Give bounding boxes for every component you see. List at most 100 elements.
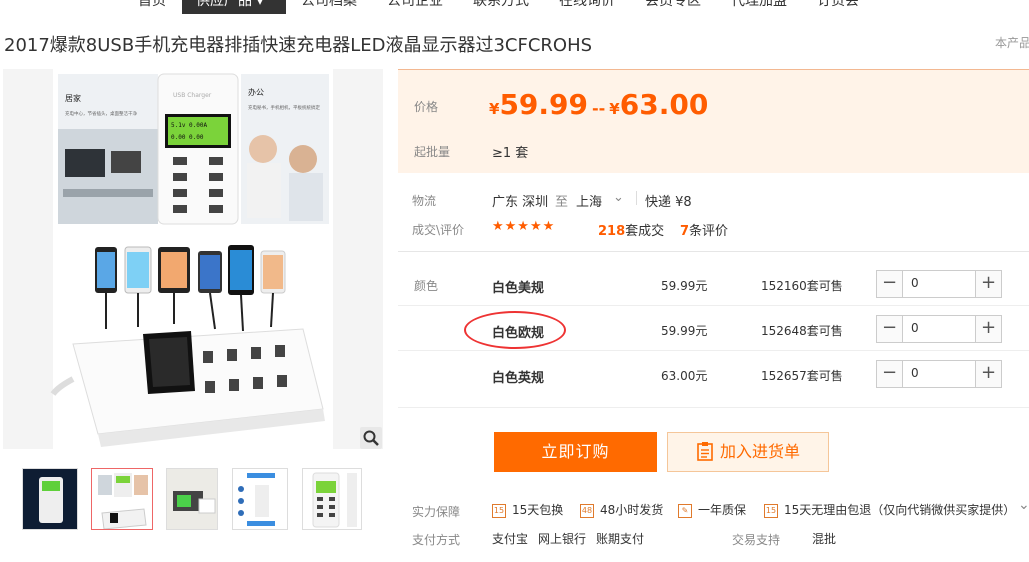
nav-item-home[interactable]: 首页: [138, 0, 166, 14]
sku-stock: 152657套可售: [761, 369, 843, 383]
thumbnail-3-image: [167, 469, 217, 529]
nav-item-order-fair[interactable]: 订货会: [817, 0, 859, 14]
guarantee-warranty-text: 一年质保: [698, 503, 747, 517]
divider: [636, 191, 637, 205]
sku-price: 63.00元: [661, 369, 708, 383]
currency-symbol-2: ¥: [609, 100, 620, 118]
review-count: 7: [680, 224, 690, 239]
increase-button[interactable]: +: [975, 361, 1001, 387]
clipboard-icon: [697, 442, 713, 461]
ship-to-word: 至: [555, 195, 569, 210]
thumbnail-5[interactable]: [302, 468, 362, 530]
nav-item-products-label: 供应产品: [196, 0, 252, 9]
add-to-cart-label: 加入进货单: [719, 442, 800, 461]
nav-item-company[interactable]: 公司企业: [387, 0, 443, 14]
quantity-input[interactable]: 0: [911, 321, 919, 335]
panel-right-text: 充电秘书，手机相机，平板统统搞定: [248, 104, 320, 111]
ship-to-value: 上海: [576, 195, 603, 210]
moq-label: 起批量: [414, 145, 451, 159]
add-to-cart-button[interactable]: 加入进货单: [667, 432, 829, 472]
product-illustration: 居家 充电中心，节省插头，桌面整洁干净 办公 充电秘书，手机相机，平板统统搞定 …: [3, 69, 383, 449]
buy-now-button[interactable]: 立即订购: [494, 432, 657, 472]
guarantee-label: 实力保障: [412, 505, 461, 519]
guarantee-exchange-text: 15天包换: [512, 503, 564, 517]
payment-method-alipay: 支付宝: [492, 532, 529, 546]
decrease-button[interactable]: −: [877, 316, 903, 342]
thumbnail-5-image: [303, 469, 361, 529]
thumbnail-2-image: [92, 469, 152, 529]
decrease-button[interactable]: −: [877, 271, 903, 297]
return-15-icon: 15: [764, 503, 778, 518]
ship-48-icon: 48: [580, 503, 594, 518]
sold-info[interactable]: 218套成交: [598, 220, 664, 239]
guarantee-item-exchange[interactable]: 15 15天包换: [492, 501, 563, 518]
ship-to-select[interactable]: 上海 ⌄: [576, 190, 626, 210]
guarantee-item-return[interactable]: 15 15天无理由包退（仅向代销微供买家提供）: [764, 501, 1015, 518]
currency-symbol: ¥: [489, 100, 500, 118]
increase-button[interactable]: +: [975, 316, 1001, 342]
highlight-circle-annotation: [464, 311, 566, 349]
chevron-down-icon: ▾: [256, 0, 264, 9]
price-dash: --: [592, 99, 606, 118]
price-label: 价格: [414, 100, 439, 114]
magnifier-icon: [363, 430, 379, 446]
nav-item-member[interactable]: 会员专区: [645, 0, 701, 14]
guarantee-shipping-text: 48小时发货: [600, 503, 664, 517]
panel-left-title: 居家: [65, 93, 81, 103]
review-label: 成交\评价: [412, 223, 465, 237]
main-product-image[interactable]: 居家 充电中心，节省插头，桌面整洁干净 办公 充电秘书，手机相机，平板统统搞定 …: [3, 69, 383, 449]
trade-support-value: 混批: [812, 532, 837, 546]
top-navigation: 首页 供应产品 ▾ 公司档案 公司企业 联系方式 在线询价 会员专区 代理加盟 …: [0, 0, 1029, 14]
nav-item-inquiry[interactable]: 在线询价: [559, 0, 615, 14]
nav-item-products[interactable]: 供应产品 ▾: [182, 0, 286, 14]
price-low: 59.99: [499, 88, 589, 121]
payment-label: 支付方式: [412, 533, 461, 547]
thumbnail-4-image: [233, 469, 287, 529]
thumbnail-4[interactable]: [232, 468, 288, 530]
review-info[interactable]: 7条评价: [680, 220, 728, 239]
quantity-stepper: − 0 +: [876, 270, 1002, 298]
nav-item-agent[interactable]: 代理加盟: [731, 0, 787, 14]
thumbnail-1-image: [23, 469, 77, 529]
sold-unit: 套成交: [625, 224, 665, 239]
guarantee-item-shipping[interactable]: 48 48小时发货: [580, 501, 663, 518]
sku-price: 59.99元: [661, 279, 708, 293]
logistics-section: 物流 广东 深圳 至 上海 ⌄ 快递 ¥8 成交\评价 ★★★★★ 218套成交…: [398, 174, 1029, 252]
rating-stars: ★★★★★: [492, 219, 556, 234]
chevron-down-icon: ⌄: [613, 190, 624, 205]
express-fee: 快递 ¥8: [645, 195, 692, 210]
quantity-input[interactable]: 0: [911, 366, 919, 380]
quantity-stepper: − 0 +: [876, 360, 1002, 388]
chevron-down-icon[interactable]: ⌄: [1018, 497, 1029, 513]
ship-from: 广东 深圳: [492, 195, 549, 210]
sku-name: 白色美规: [492, 281, 545, 296]
sku-row: 白色英规 63.00元 152657套可售 − 0 +: [398, 352, 1029, 408]
review-unit: 条评价: [689, 224, 729, 239]
sku-price: 59.99元: [661, 324, 708, 338]
price-high: 63.00: [619, 88, 709, 121]
payment-method-credit: 账期支付: [596, 532, 645, 546]
thumbnail-2[interactable]: [91, 468, 153, 530]
lcd-line-1: 5.1v 0.00A: [171, 122, 208, 129]
sku-name: 白色英规: [492, 371, 545, 386]
price-panel: 价格 ¥59.99 -- ¥63.00 起批量 ≥1 套: [398, 69, 1029, 173]
thumbnail-3[interactable]: [166, 468, 218, 530]
warranty-icon: ✎: [678, 503, 692, 518]
zoom-button[interactable]: [360, 427, 382, 449]
panel-right-title: 办公: [248, 87, 264, 97]
guarantee-item-warranty[interactable]: ✎ 一年质保: [678, 501, 746, 518]
thumbnail-1[interactable]: [22, 468, 78, 530]
device-brand-label: USB Charger: [173, 92, 212, 99]
product-side-link[interactable]: 本产品: [995, 34, 1029, 51]
nav-item-archive[interactable]: 公司档案: [301, 0, 357, 14]
nav-item-contact[interactable]: 联系方式: [473, 0, 529, 14]
guarantee-return-text: 15天无理由包退（仅向代销微供买家提供）: [784, 503, 1016, 517]
decrease-button[interactable]: −: [877, 361, 903, 387]
increase-button[interactable]: +: [975, 271, 1001, 297]
sku-row: 白色美规 59.99元 152160套可售 − 0 +: [398, 262, 1029, 306]
sold-count: 218: [598, 224, 626, 239]
quantity-input[interactable]: 0: [911, 276, 919, 290]
panel-left-text: 充电中心，节省插头，桌面整洁干净: [65, 110, 137, 117]
exchange-15-icon: 15: [492, 503, 506, 518]
lcd-line-2: 0.00 0.00: [171, 134, 204, 141]
